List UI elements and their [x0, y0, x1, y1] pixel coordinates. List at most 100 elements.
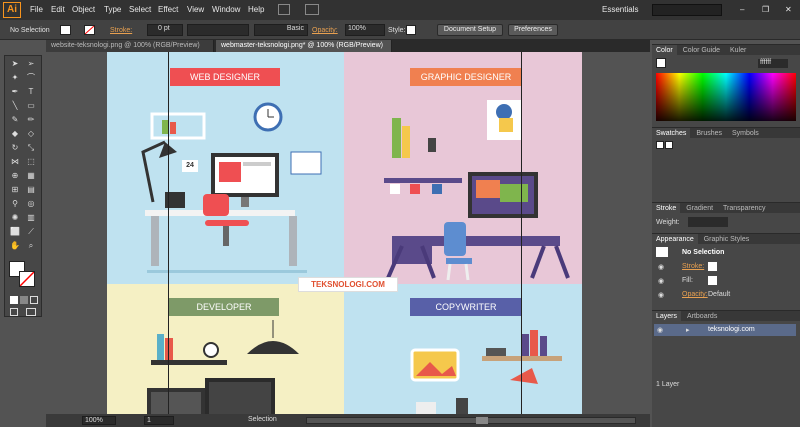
layer-row[interactable]: ◉ ▸ teksnologi.com — [654, 324, 796, 336]
line-tool-icon[interactable]: ╲ — [10, 101, 20, 111]
menu-type[interactable]: Type — [104, 5, 121, 14]
preferences-button[interactable]: Preferences — [508, 24, 558, 36]
eye-icon[interactable]: ◉ — [658, 291, 664, 299]
menu-view[interactable]: View — [187, 5, 204, 14]
type-tool-icon[interactable]: T — [26, 87, 36, 97]
stroke-weight-field[interactable] — [688, 217, 728, 227]
appearance-fill-swatch[interactable] — [708, 276, 717, 285]
tab-website[interactable]: website-teksnologi.png @ 100% (RGB/Previ… — [46, 40, 214, 52]
slice-tool-icon[interactable]: ⟋ — [26, 227, 36, 237]
graphic-style-swatch[interactable] — [406, 25, 416, 35]
column-graph-tool-icon[interactable]: ▥ — [26, 213, 36, 223]
pencil-tool-icon[interactable]: ✏ — [26, 115, 36, 125]
free-transform-tool-icon[interactable]: ⬚ — [26, 157, 36, 167]
swatch-white[interactable] — [665, 141, 673, 149]
color-spectrum[interactable] — [656, 73, 796, 121]
workspace-switcher[interactable]: Essentials — [602, 5, 638, 14]
magic-wand-tool-icon[interactable]: ✦ — [10, 73, 20, 83]
document-canvas[interactable]: WEB DESIGNER GRAPHIC DESIGNER DEVELOPER … — [46, 52, 650, 414]
zoom-tool-icon[interactable]: ⌕ — [26, 241, 36, 251]
fill-swatch[interactable] — [60, 25, 71, 35]
document-tabs: website-teksnologi.png @ 100% (RGB/Previ… — [46, 40, 650, 52]
vertical-guide-left[interactable] — [168, 52, 169, 414]
eye-icon[interactable]: ◉ — [658, 277, 664, 285]
screen-mode-icon[interactable] — [26, 308, 36, 316]
rotate-tool-icon[interactable]: ↻ — [10, 143, 20, 153]
pen-tool-icon[interactable]: ✒ — [10, 87, 20, 97]
lasso-tool-icon[interactable]: ⌒ — [26, 73, 36, 83]
blend-tool-icon[interactable]: ◎ — [26, 199, 36, 209]
stroke-weight-input[interactable]: 0 pt — [147, 24, 183, 36]
menu-bar: Ai File Edit Object Type Select Effect V… — [0, 0, 800, 20]
eyedropper-tool-icon[interactable]: ⚲ — [10, 199, 20, 209]
eye-icon[interactable]: ◉ — [658, 263, 664, 271]
calendar-icon: 24 — [182, 160, 198, 172]
selection-status: No Selection — [10, 27, 50, 34]
appearance-title: No Selection — [682, 249, 725, 256]
selection-tool-icon[interactable]: ➤ — [10, 59, 20, 69]
appearance-stroke-swatch[interactable] — [708, 262, 717, 271]
close-icon[interactable]: ✕ — [785, 5, 792, 14]
artboard[interactable]: WEB DESIGNER GRAPHIC DESIGNER DEVELOPER … — [107, 52, 582, 414]
swatch-none[interactable] — [656, 141, 664, 149]
mesh-tool-icon[interactable]: ⊞ — [10, 185, 20, 195]
symbol-sprayer-tool-icon[interactable]: ✺ — [10, 213, 20, 223]
vertical-guide-right[interactable] — [521, 52, 522, 414]
menu-edit[interactable]: Edit — [51, 5, 65, 14]
width-tool-icon[interactable]: ⋈ — [10, 157, 20, 167]
appearance-stroke-label[interactable]: Stroke: — [682, 263, 704, 270]
search-field[interactable] — [652, 4, 722, 16]
draw-mode-icon[interactable] — [10, 308, 18, 316]
artboard-number-input[interactable]: 1 — [144, 416, 174, 425]
menu-window[interactable]: Window — [212, 5, 240, 14]
zoom-level-input[interactable]: 100% — [82, 416, 116, 425]
minimize-icon[interactable]: – — [740, 5, 744, 14]
hex-input[interactable]: ffffff — [758, 59, 788, 68]
none-mode-icon[interactable] — [30, 296, 38, 304]
horizontal-scrollbar[interactable] — [306, 417, 636, 424]
stroke-color-icon[interactable] — [19, 271, 35, 287]
appearance-panel: No Selection ◉ Stroke: ◉ Fill: ◉ Opacity… — [652, 244, 800, 310]
color-panel: ffffff — [652, 55, 800, 127]
color-mode-icon[interactable] — [10, 296, 18, 304]
tab-webmaster[interactable]: webmaster-teksnologi.png* @ 100% (RGB/Pr… — [216, 40, 392, 52]
gradient-tool-icon[interactable]: ▤ — [26, 185, 36, 195]
menu-effect[interactable]: Effect — [158, 5, 178, 14]
shape-builder-tool-icon[interactable]: ⊕ — [10, 171, 20, 181]
brush-definition[interactable]: Basic — [254, 24, 308, 36]
bridge-icon[interactable] — [278, 4, 290, 15]
direct-selection-tool-icon[interactable]: ➢ — [26, 59, 36, 69]
variable-width-profile[interactable] — [187, 24, 249, 36]
scale-tool-icon[interactable]: ⤡ — [26, 143, 36, 153]
menu-select[interactable]: Select — [129, 5, 151, 14]
menu-object[interactable]: Object — [72, 5, 95, 14]
artboard-tool-icon[interactable]: ⬜ — [10, 227, 20, 237]
restore-icon[interactable]: ❐ — [762, 5, 769, 14]
illustrator-logo: Ai — [3, 2, 21, 18]
stroke-panel: Weight: — [652, 213, 800, 233]
menu-file[interactable]: File — [30, 5, 43, 14]
hand-tool-icon[interactable]: ✋ — [10, 241, 20, 251]
appearance-opacity-label[interactable]: Opacity: — [682, 291, 708, 298]
document-setup-button[interactable]: Document Setup — [437, 24, 503, 36]
eye-icon[interactable]: ◉ — [657, 326, 663, 334]
opacity-label[interactable]: Opacity: — [312, 27, 338, 34]
opacity-input[interactable]: 100% — [345, 24, 385, 36]
eraser-tool-icon[interactable]: ◇ — [26, 129, 36, 139]
arrange-documents-icon[interactable] — [305, 4, 319, 15]
blob-brush-tool-icon[interactable]: ◆ — [10, 129, 20, 139]
scrollbar-thumb[interactable] — [476, 417, 488, 424]
stroke-swatch[interactable] — [84, 25, 95, 35]
stroke-label[interactable]: Stroke: — [110, 27, 132, 34]
paintbrush-tool-icon[interactable]: ✎ — [10, 115, 20, 125]
current-tool-status: Selection — [248, 416, 277, 423]
perspective-grid-tool-icon[interactable]: ▦ — [26, 171, 36, 181]
rectangle-tool-icon[interactable]: ▭ — [26, 101, 36, 111]
stroke-panel-tabs: Stroke Gradient Transparency — [652, 202, 800, 214]
gradient-mode-icon[interactable] — [20, 296, 28, 304]
menu-help[interactable]: Help — [248, 5, 264, 14]
expand-triangle-icon[interactable]: ▸ — [686, 326, 690, 334]
watermark-text: TEKSNOLOGI.COM — [311, 280, 385, 289]
layer-name[interactable]: teksnologi.com — [708, 326, 755, 333]
color-fill-swatch[interactable] — [656, 58, 666, 68]
